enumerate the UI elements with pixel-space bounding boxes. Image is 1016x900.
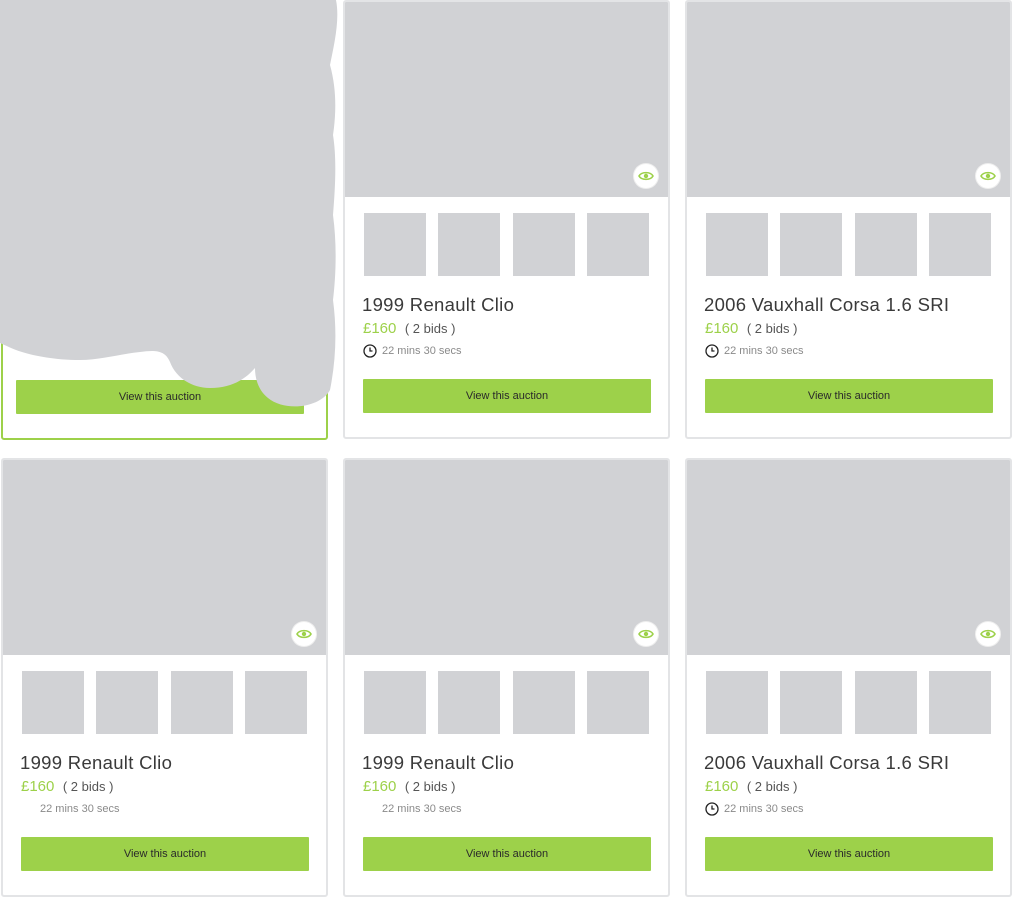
current-price: £160 [363, 320, 397, 337]
price-row: £160 ( 2 bids ) [363, 320, 455, 338]
thumbnail-strip [364, 213, 651, 276]
current-price: £160 [363, 778, 397, 795]
auction-card[interactable]: 1999 Renault Clio £160 ( 2 bids ) 22 min… [343, 458, 670, 897]
thumbnail[interactable] [706, 671, 768, 734]
view-auction-button[interactable]: View this auction [363, 837, 651, 871]
car-main-image[interactable] [3, 460, 326, 655]
bid-count: ( 2 bids ) [746, 321, 798, 336]
current-price: £160 [21, 778, 55, 795]
current-price: £160 [705, 320, 739, 337]
time-remaining: 22 mins 30 secs [363, 801, 461, 817]
thumbnail[interactable] [929, 671, 991, 734]
thumbnail[interactable] [587, 671, 649, 734]
eye-icon [980, 171, 996, 181]
view-auction-button[interactable]: View this auction [363, 379, 651, 413]
thumbnail[interactable] [96, 671, 158, 734]
eye-icon [980, 629, 996, 639]
auction-card[interactable]: 1999 Renault Clio £160 ( 2 bids ) 22 min… [1, 458, 328, 897]
thumbnail-strip [364, 671, 651, 734]
thumbnail[interactable] [438, 213, 500, 276]
thumbnail-strip [706, 213, 993, 276]
watch-button[interactable] [634, 164, 658, 188]
thumbnail-strip [22, 671, 309, 734]
car-title[interactable]: 1999 Renault Clio [362, 294, 514, 316]
clock-icon [705, 344, 719, 358]
auction-card[interactable]: View this auction [1, 1, 328, 440]
car-main-image[interactable] [345, 460, 668, 655]
thumbnail[interactable] [364, 671, 426, 734]
car-title[interactable]: 1999 Renault Clio [20, 752, 172, 774]
eye-icon [638, 171, 654, 181]
current-price: £160 [705, 778, 739, 795]
car-main-image[interactable] [687, 460, 1010, 655]
car-title[interactable]: 2006 Vauxhall Corsa 1.6 SRI [704, 752, 949, 774]
car-main-image[interactable] [3, 3, 326, 198]
thumbnail[interactable] [513, 213, 575, 276]
car-title[interactable]: 1999 Renault Clio [362, 752, 514, 774]
clock-icon [363, 344, 377, 358]
time-remaining: 22 mins 30 secs [705, 343, 803, 359]
auction-card[interactable]: 2006 Vauxhall Corsa 1.6 SRI £160 ( 2 bid… [685, 458, 1012, 897]
car-title[interactable]: 2006 Vauxhall Corsa 1.6 SRI [704, 294, 949, 316]
clock-icon [705, 802, 719, 816]
thumbnail[interactable] [171, 671, 233, 734]
thumbnail[interactable] [706, 213, 768, 276]
car-main-image[interactable] [345, 2, 668, 197]
thumbnail[interactable] [22, 671, 84, 734]
view-auction-button[interactable]: View this auction [705, 837, 993, 871]
price-row: £160 ( 2 bids ) [705, 320, 797, 338]
eye-icon [638, 629, 654, 639]
thumbnail[interactable] [513, 671, 575, 734]
thumbnail[interactable] [855, 213, 917, 276]
eye-icon [296, 629, 312, 639]
thumbnail[interactable] [587, 213, 649, 276]
view-auction-button[interactable]: View this auction [705, 379, 993, 413]
clock-icon [21, 802, 35, 816]
time-remaining: 22 mins 30 secs [363, 343, 461, 359]
view-auction-button[interactable]: View this auction [16, 380, 304, 414]
bid-count: ( 2 bids ) [404, 779, 456, 794]
bid-count: ( 2 bids ) [746, 779, 798, 794]
price-row: £160 ( 2 bids ) [705, 778, 797, 796]
thumbnail[interactable] [780, 213, 842, 276]
bid-count: ( 2 bids ) [404, 321, 456, 336]
thumbnail[interactable] [364, 213, 426, 276]
car-main-image[interactable] [687, 2, 1010, 197]
watch-button[interactable] [976, 164, 1000, 188]
watch-button[interactable] [976, 622, 1000, 646]
time-remaining-text: 22 mins 30 secs [724, 803, 804, 815]
watch-button[interactable] [634, 622, 658, 646]
time-remaining-text: 22 mins 30 secs [382, 345, 462, 357]
auction-card[interactable]: 2006 Vauxhall Corsa 1.6 SRI £160 ( 2 bid… [685, 0, 1012, 439]
thumbnail[interactable] [855, 671, 917, 734]
time-remaining-text: 22 mins 30 secs [382, 803, 462, 815]
time-remaining-text: 22 mins 30 secs [724, 345, 804, 357]
thumbnail-strip [706, 671, 993, 734]
bid-count: ( 2 bids ) [62, 779, 114, 794]
price-row: £160 ( 2 bids ) [21, 778, 113, 796]
view-auction-button[interactable]: View this auction [21, 837, 309, 871]
watch-button[interactable] [292, 622, 316, 646]
thumbnail[interactable] [245, 671, 307, 734]
time-remaining: 22 mins 30 secs [21, 801, 119, 817]
thumbnail[interactable] [438, 671, 500, 734]
thumbnail[interactable] [780, 671, 842, 734]
clock-icon [363, 802, 377, 816]
thumbnail[interactable] [929, 213, 991, 276]
time-remaining-text: 22 mins 30 secs [40, 803, 120, 815]
auction-card[interactable]: 1999 Renault Clio £160 ( 2 bids ) 22 min… [343, 0, 670, 439]
price-row: £160 ( 2 bids ) [363, 778, 455, 796]
time-remaining: 22 mins 30 secs [705, 801, 803, 817]
